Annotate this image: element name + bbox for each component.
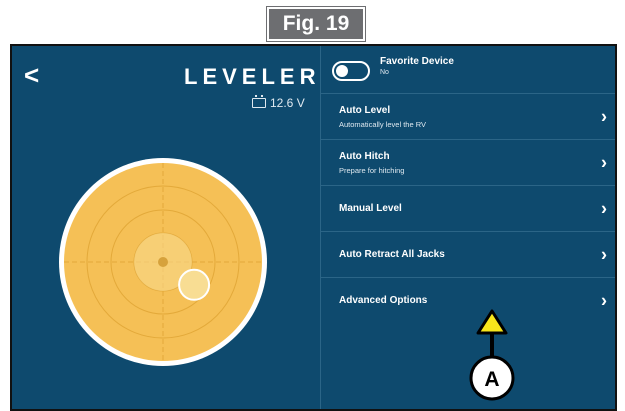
callout-stem <box>490 333 494 357</box>
battery-voltage: 12.6 V <box>270 96 305 110</box>
callout-label: A <box>484 368 499 391</box>
menu-item-label: Auto Level <box>339 105 391 116</box>
menu-item-label: Manual Level <box>339 203 402 214</box>
leveler-screen: < LEVELER 12.6 V Favorite Device No Auto… <box>10 44 617 411</box>
chevron-right-icon: › <box>601 198 607 218</box>
menu-item-subtitle: Automatically level the RV <box>339 120 426 129</box>
back-button[interactable]: < <box>24 62 39 88</box>
chevron-right-icon: › <box>601 106 607 126</box>
chevron-right-icon: › <box>601 152 607 172</box>
menu-item-label: Auto Retract All Jacks <box>339 249 445 260</box>
menu-item-manual-level[interactable]: Manual Level › <box>321 185 615 231</box>
favorite-device-row[interactable]: Favorite Device No <box>332 56 454 81</box>
menu-item-label: Advanced Options <box>339 295 428 306</box>
chevron-right-icon: › <box>601 244 607 264</box>
battery-icon <box>252 95 266 108</box>
toggle-knob <box>336 65 348 77</box>
menu-item-auto-retract[interactable]: Auto Retract All Jacks › <box>321 231 615 277</box>
callout-a: A <box>469 309 515 401</box>
menu-item-subtitle: Prepare for hitching <box>339 166 405 175</box>
menu-item-label: Auto Hitch <box>339 151 390 162</box>
battery-status: 12.6 V <box>252 95 305 110</box>
favorite-toggle[interactable] <box>332 61 370 81</box>
level-center-dot <box>158 257 168 267</box>
figure-label: Fig. 19 <box>266 6 366 42</box>
menu-item-auto-hitch[interactable]: Auto Hitch Prepare for hitching › <box>321 139 615 185</box>
favorite-value: No <box>380 69 389 76</box>
level-bubble <box>178 268 211 301</box>
callout-arrow-icon <box>476 309 508 335</box>
page-title: LEVELER <box>184 64 321 89</box>
chevron-right-icon: › <box>601 290 607 310</box>
menu-item-auto-level[interactable]: Auto Level Automatically level the RV › <box>321 93 615 139</box>
level-indicator <box>59 158 267 366</box>
options-menu: Auto Level Automatically level the RV › … <box>321 93 615 323</box>
favorite-title: Favorite Device <box>380 56 454 67</box>
